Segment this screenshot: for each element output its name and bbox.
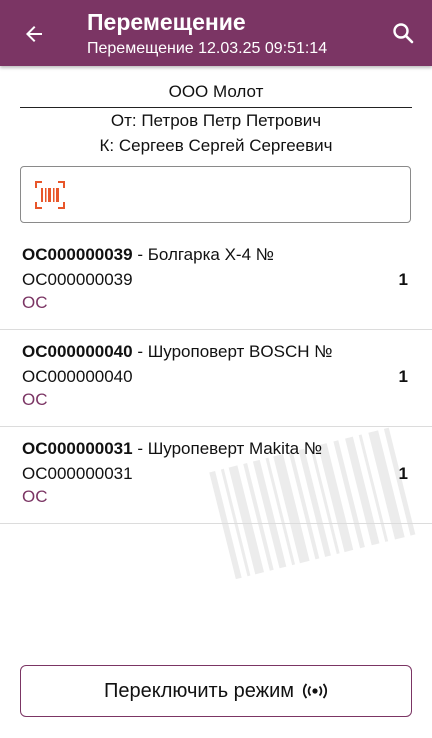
item-title: ОС000000031 - Шуропеверт Makita № ОС0000…	[22, 436, 352, 486]
from-person: От: Петров Петр Петрович	[110, 111, 322, 130]
switch-mode-label: Переключить режим	[104, 679, 294, 702]
item-category: ОС	[22, 293, 48, 312]
list-item[interactable]: ОС000000040 - Шуроповерт BOSCH № ОС00000…	[0, 330, 432, 427]
page-title: Перемещение	[87, 9, 246, 35]
page-subtitle: Перемещение 12.03.25 09:51:14	[87, 40, 328, 57]
barcode-scan-icon	[35, 181, 65, 209]
item-code: ОС000000039	[22, 245, 133, 264]
arrow-back-icon	[26, 26, 42, 42]
divider	[20, 107, 412, 108]
item-code: ОС000000040	[22, 342, 133, 361]
organization-name: ООО Молот	[168, 82, 264, 101]
search-button[interactable]	[386, 16, 420, 50]
search-icon	[393, 23, 414, 44]
list-item[interactable]: ОС000000039 - Болгарка Х-4 № ОС000000039…	[0, 233, 432, 330]
item-quantity: 1	[398, 464, 408, 483]
item-title: ОС000000040 - Шуроповерт BOSCH № ОС00000…	[22, 339, 352, 389]
to-person: К: Сергеев Сергей Сергеевич	[99, 136, 333, 155]
item-title: ОС000000039 - Болгарка Х-4 № ОС000000039	[22, 242, 352, 292]
app-bar: Перемещение Перемещение 12.03.25 09:51:1…	[0, 0, 432, 66]
item-category: ОС	[22, 487, 48, 506]
item-quantity: 1	[398, 270, 408, 289]
switch-mode-button[interactable]: Переключить режим	[20, 665, 412, 717]
barcode-input[interactable]	[20, 166, 411, 223]
item-code: ОС000000031	[22, 439, 133, 458]
item-quantity: 1	[398, 367, 408, 386]
item-category: ОС	[22, 390, 48, 409]
items-list: ОС000000039 - Болгарка Х-4 № ОС000000039…	[0, 233, 432, 524]
back-button[interactable]	[18, 18, 50, 50]
broadcast-icon	[302, 683, 328, 699]
list-item[interactable]: ОС000000031 - Шуропеверт Makita № ОС0000…	[0, 427, 432, 524]
